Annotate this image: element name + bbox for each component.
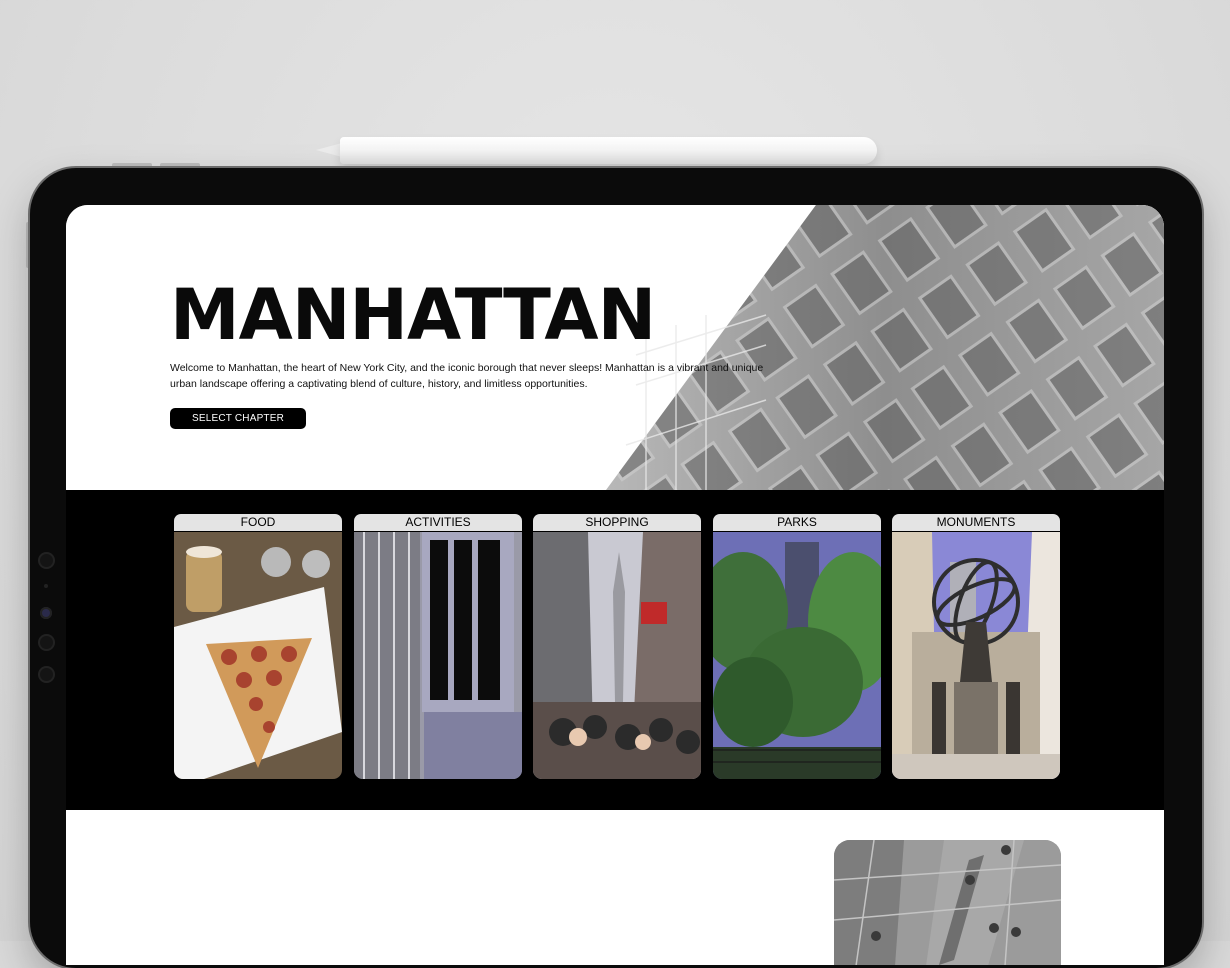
sensor-dot — [44, 584, 48, 588]
activities-moma-image — [354, 532, 522, 779]
page-title: MANHATTAN — [170, 274, 656, 356]
category-band: FOOD ACTIVITIES SHOPPING PARKS MONUMENTS — [66, 490, 1164, 810]
apple-pencil — [340, 137, 877, 164]
category-label: PARKS — [713, 514, 881, 531]
category-card-food[interactable]: FOOD — [174, 514, 342, 779]
tablet-screen: MANHATTAN Welcome to Manhattan, the hear… — [66, 205, 1164, 965]
category-label: ACTIVITIES — [354, 514, 522, 531]
hero-section: MANHATTAN Welcome to Manhattan, the hear… — [66, 205, 1164, 490]
hero-description: Welcome to Manhattan, the heart of New Y… — [170, 362, 764, 390]
food-pizza-image — [174, 532, 342, 779]
parks-trees-image — [713, 532, 881, 779]
category-card-parks[interactable]: PARKS — [713, 514, 881, 779]
category-label: FOOD — [174, 514, 342, 531]
lower-section — [66, 810, 1164, 965]
pencil-tip — [316, 143, 342, 157]
category-card-shopping[interactable]: SHOPPING — [533, 514, 701, 779]
category-card-activities[interactable]: ACTIVITIES — [354, 514, 522, 779]
category-label: SHOPPING — [533, 514, 701, 531]
monuments-atlas-image — [892, 532, 1060, 779]
category-card-monuments[interactable]: MONUMENTS — [892, 514, 1060, 779]
map-thumbnail[interactable] — [834, 840, 1061, 965]
camera-icon — [38, 552, 55, 569]
camera-icon — [38, 634, 55, 651]
category-label: MONUMENTS — [892, 514, 1060, 531]
camera-icon — [38, 666, 55, 683]
shopping-street-image — [533, 532, 701, 779]
front-camera-icon — [40, 607, 52, 619]
select-chapter-button[interactable]: SELECT CHAPTER — [170, 408, 306, 429]
